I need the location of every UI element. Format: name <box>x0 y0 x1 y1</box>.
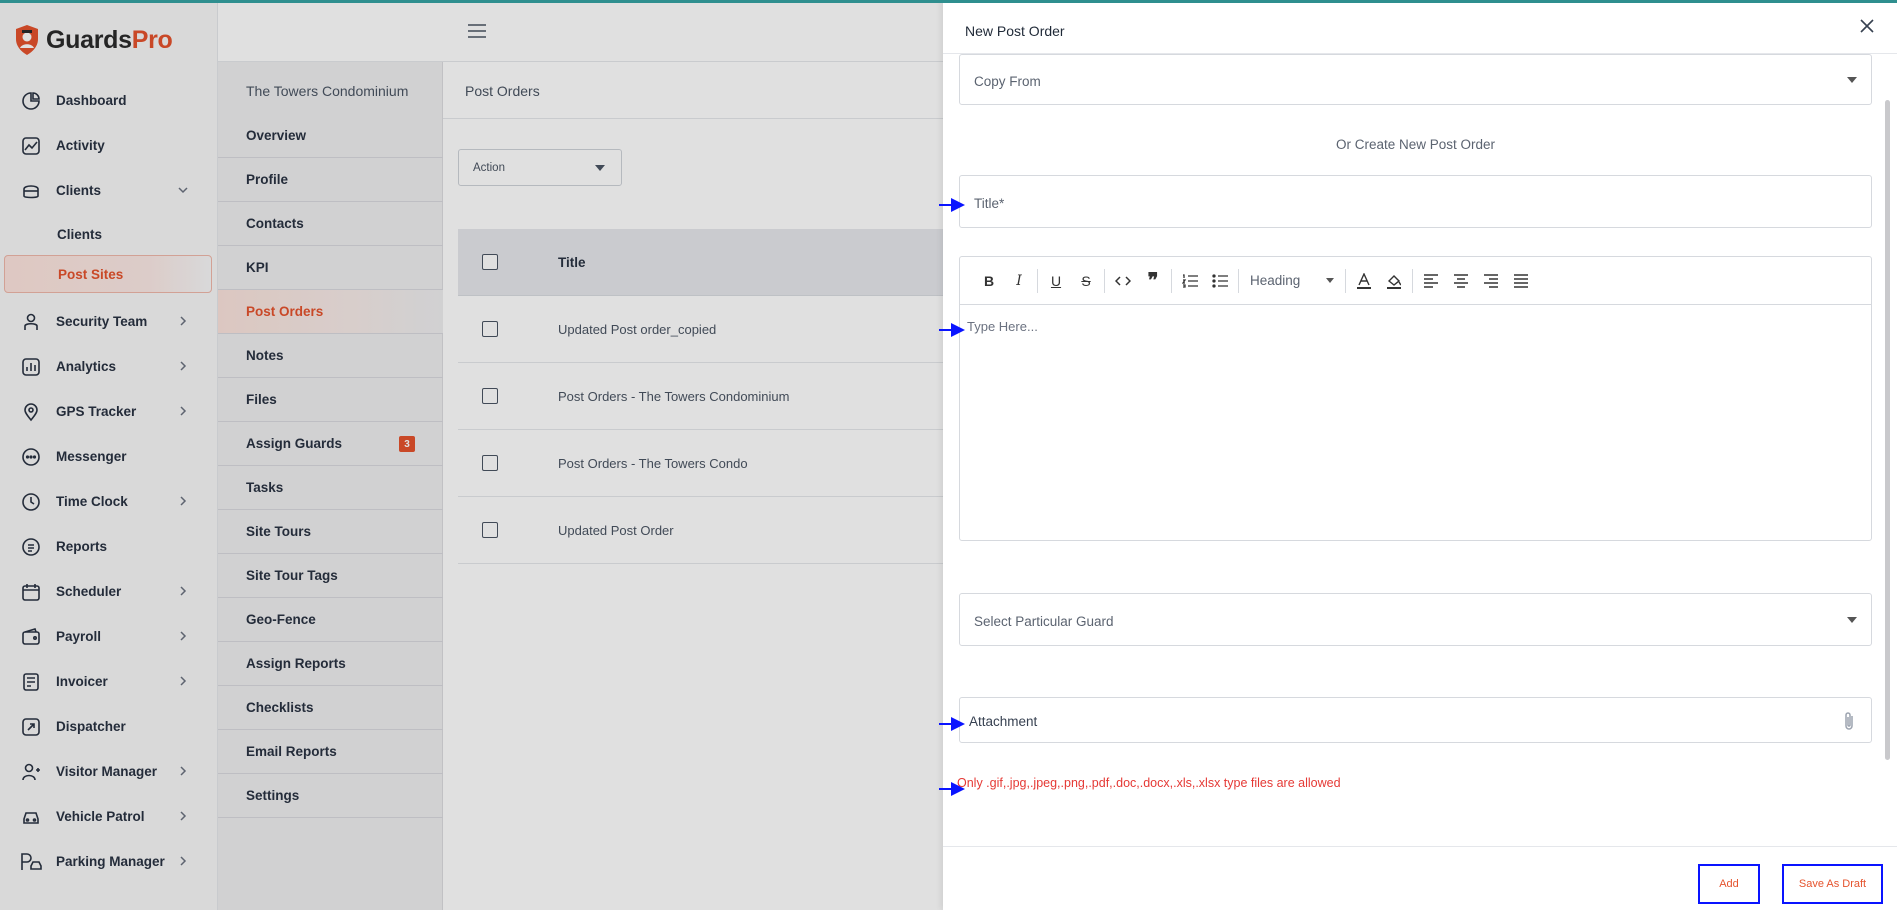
align-right-icon[interactable] <box>1476 266 1506 296</box>
caret-down-icon <box>1847 617 1857 623</box>
toolbar-divider <box>1037 268 1038 293</box>
drawer-header: New Post Order <box>943 0 1897 54</box>
drawer-scrollbar[interactable] <box>1885 100 1890 760</box>
toolbar-divider <box>1345 268 1346 293</box>
title-input[interactable]: Title* <box>959 175 1872 228</box>
bullet-list-icon[interactable] <box>1205 266 1235 296</box>
align-center-icon[interactable] <box>1446 266 1476 296</box>
attachment-label: Attachment <box>969 714 1038 729</box>
copy-from-placeholder: Copy From <box>974 74 1041 89</box>
close-icon[interactable] <box>1859 18 1875 34</box>
toolbar-divider <box>1238 268 1239 293</box>
drawer-footer: Add Save As Draft <box>943 846 1897 910</box>
file-type-note: Only .gif,.jpg,.jpeg,.png,.pdf,.doc,.doc… <box>957 776 1341 790</box>
paperclip-icon[interactable] <box>1841 710 1857 732</box>
guard-select[interactable]: Select Particular Guard <box>959 593 1872 646</box>
editor-text-area[interactable]: Type Here... <box>960 305 1871 348</box>
guard-select-placeholder: Select Particular Guard <box>974 614 1114 629</box>
annotation-arrow-icon <box>939 198 965 212</box>
add-button[interactable]: Add <box>1698 864 1760 904</box>
toolbar-divider <box>1171 268 1172 293</box>
blockquote-icon[interactable]: ❞ <box>1138 266 1168 296</box>
copy-from-select[interactable]: Copy From <box>959 54 1872 105</box>
top-accent-line <box>0 0 1897 3</box>
attachment-input[interactable]: Attachment <box>959 697 1872 743</box>
underline-icon[interactable]: U <box>1041 266 1071 296</box>
bold-icon[interactable]: B <box>974 266 1004 296</box>
annotation-arrow-icon <box>939 782 965 796</box>
align-justify-icon[interactable] <box>1506 266 1536 296</box>
highlight-color-icon[interactable] <box>1379 266 1409 296</box>
heading-select-label: Heading <box>1250 273 1301 288</box>
modal-backdrop[interactable] <box>0 0 943 910</box>
align-left-icon[interactable] <box>1416 266 1446 296</box>
font-color-icon[interactable] <box>1349 266 1379 296</box>
or-create-text: Or Create New Post Order <box>1335 137 1496 152</box>
title-placeholder: Title* <box>974 196 1005 211</box>
code-icon[interactable] <box>1108 266 1138 296</box>
save-as-draft-button[interactable]: Save As Draft <box>1782 864 1883 904</box>
strikethrough-icon[interactable]: S <box>1071 266 1101 296</box>
toolbar-divider <box>1104 268 1105 293</box>
annotation-arrow-icon <box>939 717 965 731</box>
annotation-arrow-icon <box>939 323 965 337</box>
toolbar-divider <box>1412 268 1413 293</box>
ordered-list-icon[interactable] <box>1175 266 1205 296</box>
caret-down-icon <box>1847 77 1857 83</box>
rich-text-editor: B I U S ❞ Heading Type Here... <box>959 256 1872 541</box>
editor-toolbar: B I U S ❞ Heading <box>960 257 1871 305</box>
heading-select[interactable]: Heading <box>1242 273 1342 288</box>
caret-down-icon <box>1326 278 1334 283</box>
new-post-order-drawer: New Post Order Copy From Or Create New P… <box>943 0 1897 910</box>
drawer-title: New Post Order <box>965 23 1065 39</box>
italic-icon[interactable]: I <box>1004 266 1034 296</box>
